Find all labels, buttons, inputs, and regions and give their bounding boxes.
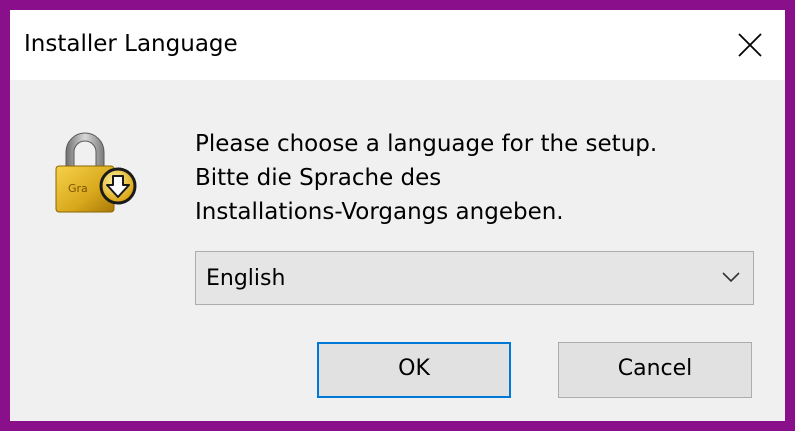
svg-text:Gra: Gra bbox=[68, 182, 88, 195]
language-dropdown-value: English bbox=[206, 266, 286, 291]
cancel-button[interactable]: Cancel bbox=[558, 342, 752, 398]
prompt-line-english: Please choose a language for the setup. bbox=[195, 131, 658, 157]
window-title: Installer Language bbox=[24, 31, 238, 57]
close-icon bbox=[738, 33, 762, 57]
language-prompt: Please choose a language for the setup. … bbox=[195, 127, 657, 229]
close-button[interactable] bbox=[715, 10, 785, 80]
prompt-line-german-2: Installations-Vorgangs angeben. bbox=[195, 199, 564, 225]
chevron-down-icon bbox=[722, 272, 740, 283]
title-bar: Installer Language bbox=[10, 10, 785, 80]
ok-button[interactable]: OK bbox=[317, 342, 511, 398]
padlock-download-icon: Gra bbox=[50, 122, 142, 218]
language-dropdown[interactable]: English bbox=[195, 251, 754, 305]
prompt-line-german-1: Bitte die Sprache des bbox=[195, 165, 442, 191]
installer-language-dialog: Installer Language Gra Please choose a l… bbox=[10, 10, 785, 421]
